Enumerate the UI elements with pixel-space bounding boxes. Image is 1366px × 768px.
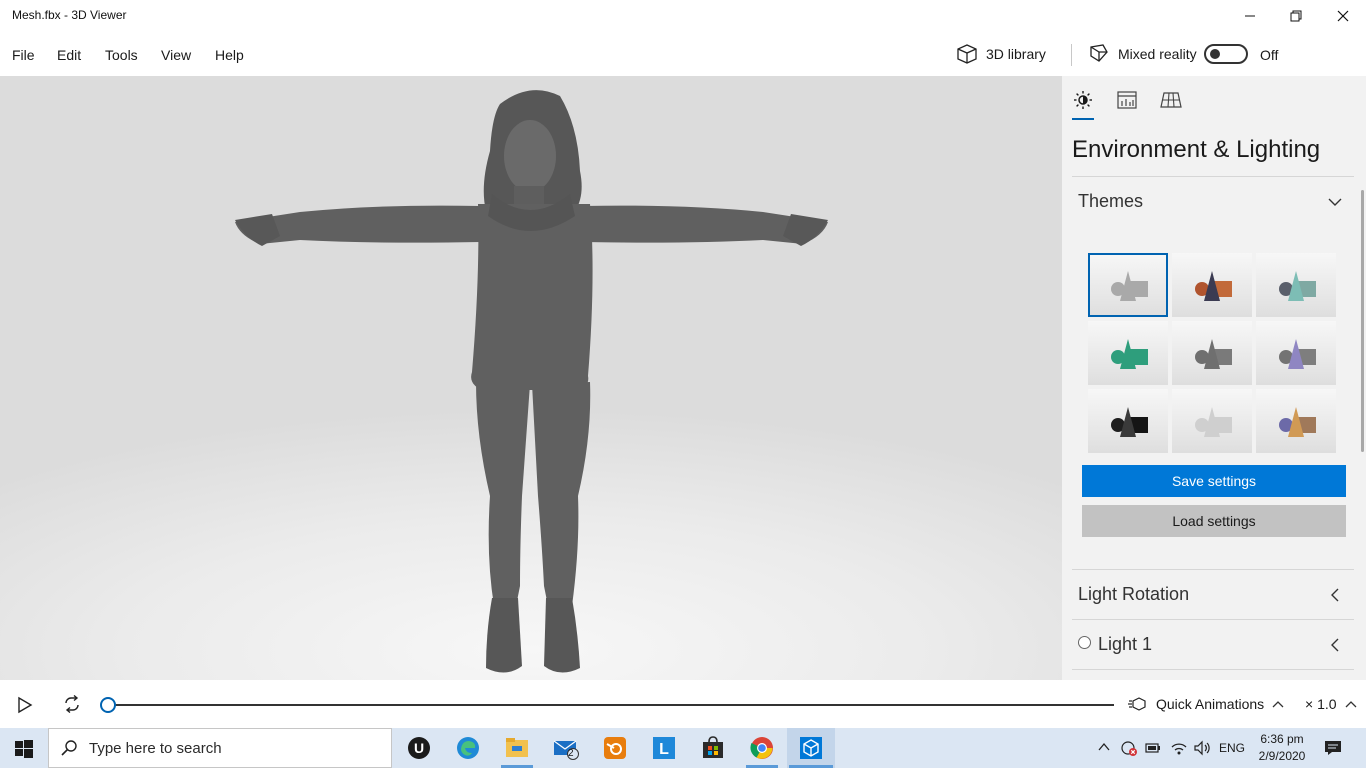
stats-icon bbox=[1117, 91, 1137, 109]
timeline-track[interactable] bbox=[108, 704, 1114, 706]
speed-label: × 1.0 bbox=[1305, 696, 1337, 712]
chevron-left-icon[interactable] bbox=[1328, 638, 1342, 652]
divider bbox=[1072, 619, 1354, 620]
theme-option-3[interactable] bbox=[1256, 253, 1336, 317]
action-center-icon[interactable] bbox=[1324, 740, 1342, 756]
divider bbox=[1072, 176, 1354, 177]
restore-button[interactable] bbox=[1273, 0, 1319, 32]
restore-icon bbox=[1290, 10, 1302, 22]
volume-icon[interactable] bbox=[1193, 740, 1211, 756]
search-icon bbox=[61, 740, 77, 756]
theme-option-1[interactable] bbox=[1088, 253, 1168, 317]
microsoft-store-icon[interactable] bbox=[699, 734, 727, 762]
quick-animations-label: Quick Animations bbox=[1156, 696, 1265, 712]
theme-option-2[interactable] bbox=[1172, 253, 1252, 317]
minimize-button[interactable] bbox=[1227, 0, 1273, 32]
themes-header[interactable]: Themes bbox=[1078, 191, 1143, 212]
theme-option-9[interactable] bbox=[1256, 389, 1336, 453]
search-placeholder: Type here to search bbox=[89, 739, 222, 757]
blender-icon[interactable] bbox=[601, 734, 629, 762]
menu-tools[interactable]: Tools bbox=[105, 47, 138, 63]
theme-option-6[interactable] bbox=[1256, 321, 1336, 385]
themes-grid bbox=[1088, 253, 1336, 453]
timeline-thumb[interactable] bbox=[100, 697, 116, 713]
wifi-icon[interactable] bbox=[1170, 740, 1188, 756]
toggle-state-label: Off bbox=[1260, 47, 1279, 63]
3d-library-button[interactable]: 3D library bbox=[956, 44, 1046, 64]
title-bar: Mesh.fbx - 3D Viewer bbox=[0, 0, 1366, 32]
clock-date: 2/9/2020 bbox=[1258, 749, 1306, 763]
edge-browser-icon[interactable] bbox=[454, 734, 482, 762]
menu-file[interactable]: File bbox=[12, 47, 35, 63]
theme-option-5[interactable] bbox=[1172, 321, 1252, 385]
mixed-reality-button[interactable]: Mixed reality bbox=[1088, 44, 1197, 64]
menu-edit[interactable]: Edit bbox=[57, 47, 81, 63]
mixed-reality-icon bbox=[1090, 44, 1108, 62]
close-button[interactable] bbox=[1320, 0, 1366, 32]
tab-grid-views[interactable] bbox=[1160, 89, 1182, 111]
3d-viewer-icon[interactable] bbox=[797, 734, 825, 762]
clock[interactable]: 6:36 pm 2/9/2020 bbox=[1258, 731, 1306, 765]
theme-option-7[interactable] bbox=[1088, 389, 1168, 453]
theme-option-8[interactable] bbox=[1172, 389, 1252, 453]
divider bbox=[1072, 669, 1354, 670]
light-rotation-header[interactable]: Light Rotation bbox=[1078, 584, 1189, 605]
file-explorer-icon[interactable] bbox=[503, 734, 531, 762]
theme-option-4[interactable] bbox=[1088, 321, 1168, 385]
cube-icon bbox=[957, 44, 977, 64]
3d-viewport[interactable] bbox=[0, 76, 1062, 680]
mail-icon[interactable] bbox=[552, 734, 580, 762]
lighting-icon bbox=[1074, 91, 1092, 109]
3d-library-label: 3D library bbox=[986, 46, 1046, 62]
tab-environment-lighting[interactable] bbox=[1072, 89, 1094, 111]
svg-text:L: L bbox=[659, 741, 669, 758]
chevron-left-icon[interactable] bbox=[1328, 588, 1342, 602]
toggle-knob bbox=[1210, 49, 1220, 59]
input-language[interactable]: ENG bbox=[1219, 741, 1245, 755]
network-alert-icon[interactable] bbox=[1120, 740, 1138, 756]
clock-time: 6:36 pm bbox=[1260, 732, 1304, 746]
taskbar-search-box[interactable]: Type here to search bbox=[48, 728, 392, 768]
svg-text:U: U bbox=[414, 740, 424, 756]
playback-speed-button[interactable]: × 1.0 bbox=[1305, 696, 1357, 712]
chevron-up-icon bbox=[1345, 701, 1356, 708]
mixed-reality-toggle[interactable] bbox=[1204, 44, 1248, 64]
save-settings-button[interactable]: Save settings bbox=[1082, 465, 1346, 497]
quick-animations-button[interactable]: Quick Animations bbox=[1128, 696, 1284, 712]
unreal-engine-icon[interactable]: U bbox=[405, 734, 433, 762]
quick-animations-icon bbox=[1128, 697, 1146, 711]
toolbar-divider bbox=[1071, 44, 1072, 66]
loop-icon[interactable] bbox=[62, 695, 82, 713]
mail-badge-count: 2 bbox=[568, 748, 574, 759]
light1-radio[interactable] bbox=[1078, 636, 1091, 649]
minimize-icon bbox=[1245, 15, 1255, 17]
active-tab-indicator bbox=[1072, 118, 1094, 120]
chevron-down-icon[interactable] bbox=[1328, 195, 1342, 209]
close-icon bbox=[1337, 10, 1349, 22]
windows-start-icon[interactable] bbox=[15, 740, 33, 758]
tray-overflow-chevron-icon[interactable] bbox=[1098, 742, 1110, 752]
load-settings-button[interactable]: Load settings bbox=[1082, 505, 1346, 537]
mixed-reality-label: Mixed reality bbox=[1118, 46, 1197, 62]
panel-title: Environment & Lighting bbox=[1072, 136, 1321, 163]
panel-scrollbar[interactable] bbox=[1361, 190, 1364, 452]
battery-icon[interactable] bbox=[1145, 741, 1161, 755]
l-app-icon[interactable]: L bbox=[650, 734, 678, 762]
chevron-up-icon bbox=[1272, 701, 1284, 708]
menu-view[interactable]: View bbox=[161, 47, 191, 63]
menu-help[interactable]: Help bbox=[215, 47, 244, 63]
window-title: Mesh.fbx - 3D Viewer bbox=[12, 8, 127, 22]
play-icon[interactable] bbox=[16, 696, 34, 714]
divider bbox=[1072, 569, 1354, 570]
chrome-browser-icon[interactable] bbox=[748, 734, 776, 762]
light1-header[interactable]: Light 1 bbox=[1098, 634, 1152, 655]
grid-icon bbox=[1160, 92, 1182, 108]
3d-model[interactable] bbox=[0, 76, 1062, 680]
tab-stats-shading[interactable] bbox=[1116, 89, 1138, 111]
